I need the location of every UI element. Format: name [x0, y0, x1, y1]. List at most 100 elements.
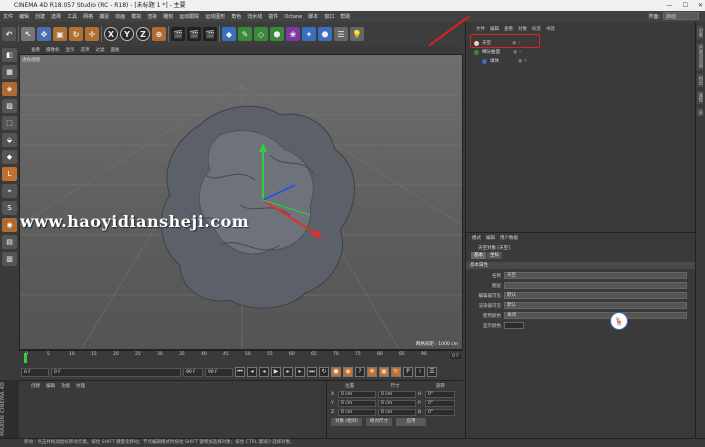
- object-menu-edit[interactable]: 编辑: [490, 26, 499, 34]
- menu-edit[interactable]: 编辑: [19, 13, 29, 20]
- timeline[interactable]: 0 5 10 15 20 25 30 35 40 45 50 55 60 65 …: [19, 350, 463, 364]
- tab-layers[interactable]: 层: [697, 107, 703, 116]
- object-menu-tags[interactable]: 标签: [532, 26, 541, 34]
- menu-motion-tracking[interactable]: 运动跟踪: [179, 13, 199, 20]
- object-row-sphere[interactable]: 球体 ▣ ✎: [482, 58, 527, 64]
- coordinate-mode-select[interactable]: 对象 (相对): [331, 418, 362, 426]
- maximize-icon[interactable]: ☐: [683, 0, 688, 11]
- name-field[interactable]: 天空: [504, 272, 687, 279]
- object-menu-bookmarks[interactable]: 书签: [546, 26, 555, 34]
- menu-script[interactable]: 脚本: [308, 13, 318, 20]
- move-tool-icon[interactable]: ✥: [37, 27, 51, 41]
- attr-menu-edit[interactable]: 编辑: [486, 235, 495, 242]
- object-menu-view[interactable]: 查看: [504, 26, 513, 34]
- layout-select[interactable]: 启动: [663, 12, 699, 20]
- deformer-icon[interactable]: ❀: [286, 27, 300, 41]
- menu-sculpt[interactable]: 雕刻: [163, 13, 173, 20]
- rotation-key-icon[interactable]: ↻: [391, 367, 401, 377]
- material-menu-edit[interactable]: 编辑: [46, 383, 55, 389]
- rotation-b-field[interactable]: 0°: [425, 409, 455, 416]
- size-z-field[interactable]: 0 cm: [378, 409, 416, 416]
- tab-attributes[interactable]: 属性: [697, 90, 703, 104]
- menu-file[interactable]: 文件: [3, 13, 13, 20]
- visibility-icon[interactable]: ▣ ✓: [513, 50, 522, 55]
- size-x-field[interactable]: 0 cm: [378, 391, 416, 398]
- preview-end-field[interactable]: 90 F: [183, 367, 203, 377]
- rotation-h-field[interactable]: 0°: [425, 391, 455, 398]
- pen-icon[interactable]: ✎: [238, 27, 252, 41]
- polygons-mode-icon[interactable]: ◆: [2, 150, 17, 164]
- size-y-field[interactable]: 0 cm: [378, 400, 416, 407]
- menu-mograph[interactable]: 运动图形: [205, 13, 225, 20]
- recent-tool-icon[interactable]: ✛: [85, 27, 99, 41]
- preview-range-slider[interactable]: 0 F: [51, 367, 181, 377]
- apply-button[interactable]: 应用: [395, 418, 426, 426]
- size-mode-select[interactable]: 绝对尺寸: [365, 418, 392, 426]
- object-menu-object[interactable]: 对象: [518, 26, 527, 34]
- workplane-icon[interactable]: ▧: [2, 99, 17, 113]
- minimize-icon[interactable]: —: [667, 0, 673, 11]
- viewport-menu-display[interactable]: 显示: [66, 47, 75, 53]
- y-axis-icon[interactable]: Y: [120, 27, 134, 41]
- menu-simulate[interactable]: 模拟: [131, 13, 141, 20]
- editor-visible-select[interactable]: 默认: [504, 292, 687, 299]
- end-frame-field[interactable]: 90 F: [205, 367, 233, 377]
- menu-select[interactable]: 选择: [51, 13, 61, 20]
- snap-icon[interactable]: S: [2, 201, 17, 215]
- select-tool-icon[interactable]: ↖: [21, 27, 35, 41]
- render-visible-select[interactable]: 默认: [504, 302, 687, 309]
- keyframe-selection-icon[interactable]: ?: [355, 367, 365, 377]
- make-editable-icon[interactable]: ◧: [2, 48, 17, 62]
- cube-icon[interactable]: ◆: [222, 27, 236, 41]
- menu-window[interactable]: 窗口: [324, 13, 334, 20]
- go-to-start-icon[interactable]: ⏮: [235, 367, 245, 377]
- tab-content-browser[interactable]: 内容浏览器: [697, 43, 703, 70]
- play-icon[interactable]: ▶: [271, 367, 281, 377]
- use-color-select[interactable]: 关闭: [504, 312, 687, 319]
- render-picture-viewer-icon[interactable]: 🎬: [187, 27, 201, 41]
- close-icon[interactable]: ✕: [698, 0, 703, 11]
- viewport-menu-panel[interactable]: 面板: [111, 47, 120, 53]
- scene-icon[interactable]: ✦: [302, 27, 316, 41]
- menu-help[interactable]: 帮助: [340, 13, 350, 20]
- environment-icon[interactable]: ⬣: [318, 27, 332, 41]
- position-x-field[interactable]: 0 cm: [338, 391, 376, 398]
- x-axis-icon[interactable]: X: [104, 27, 118, 41]
- perspective-viewport[interactable]: 透视视图 网格间距 : 1000 cm: [19, 54, 463, 350]
- go-to-end-icon[interactable]: ⏭: [307, 367, 317, 377]
- viewport-menu-view[interactable]: 查看: [31, 47, 40, 53]
- start-frame-field[interactable]: 0 F: [21, 367, 49, 377]
- tab-basic[interactable]: 基本: [471, 252, 486, 259]
- object-row-subdivision[interactable]: 细分曲面 ▣ ✓: [474, 49, 522, 55]
- material-menu-create[interactable]: 创建: [31, 383, 40, 389]
- rotate-tool-icon[interactable]: ↻: [69, 27, 83, 41]
- enable-axis-icon[interactable]: L: [2, 167, 17, 181]
- render-view-icon[interactable]: 🎬: [171, 27, 185, 41]
- grid-icon[interactable]: ▤: [2, 235, 17, 249]
- texture-mode-icon[interactable]: ◈: [2, 82, 17, 96]
- attr-menu-userdata[interactable]: 用户数据: [500, 235, 518, 242]
- next-key-icon[interactable]: ▸: [295, 367, 305, 377]
- menu-octane[interactable]: Octane: [284, 14, 302, 20]
- param-key-icon[interactable]: P: [403, 367, 413, 377]
- menu-snap[interactable]: 捕捉: [99, 13, 109, 20]
- menu-character[interactable]: 角色: [231, 13, 241, 20]
- menu-create[interactable]: 创建: [35, 13, 45, 20]
- menu-mesh[interactable]: 网格: [83, 13, 93, 20]
- edges-mode-icon[interactable]: ⬙: [2, 133, 17, 147]
- display-color-field[interactable]: [504, 322, 524, 329]
- tab-structure[interactable]: 构造: [697, 73, 703, 87]
- coordinate-system-icon[interactable]: ⊕: [152, 27, 166, 41]
- scale-tool-icon[interactable]: ▣: [53, 27, 67, 41]
- timeline-playhead[interactable]: [24, 353, 27, 363]
- position-y-field[interactable]: 0 cm: [338, 400, 376, 407]
- array-icon[interactable]: ⬢: [270, 27, 284, 41]
- material-menu-function[interactable]: 功能: [61, 383, 70, 389]
- material-menu-texture[interactable]: 纹理: [76, 383, 85, 389]
- visibility-icon[interactable]: ▣ ✎: [518, 59, 527, 64]
- attr-menu-mode[interactable]: 模式: [472, 235, 481, 242]
- model-mode-icon[interactable]: ▦: [2, 65, 17, 79]
- undo-icon[interactable]: ↶: [2, 27, 16, 41]
- position-z-field[interactable]: 0 cm: [338, 409, 376, 416]
- paint-icon[interactable]: ▥: [2, 252, 17, 266]
